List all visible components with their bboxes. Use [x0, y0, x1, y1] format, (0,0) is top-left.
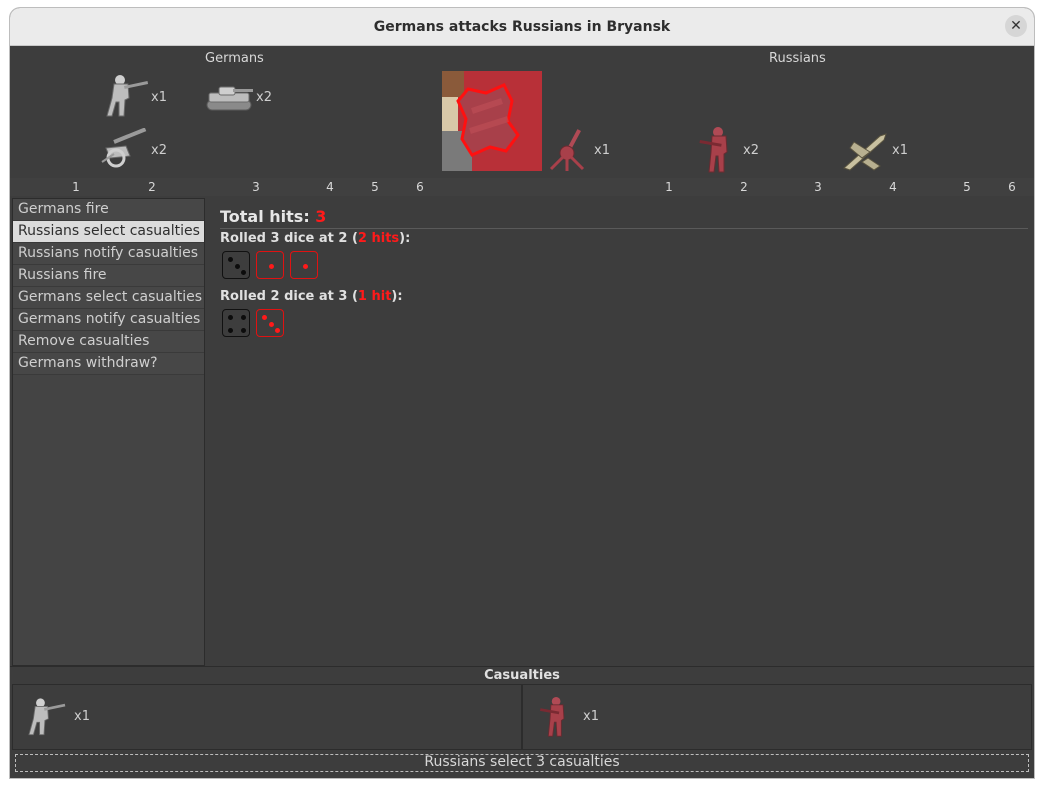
status-bar: Russians select 3 casualties: [15, 754, 1029, 772]
die-pip: [268, 263, 274, 269]
total-hits: Total hits: 3: [220, 207, 326, 226]
casualty-infantry-icon: [28, 698, 66, 736]
dice-results-panel: Total hits: 3 Rolled 3 dice at 2 (2 hits…: [206, 198, 1032, 664]
defender-position-5: 5: [963, 180, 971, 194]
die-4: [222, 309, 250, 337]
window-title: Germans attacks Russians in Bryansk: [373, 18, 671, 35]
defender-casualties-panel: x1: [522, 684, 1032, 750]
die-pip: [228, 257, 233, 262]
russian-fighter-count: x1: [892, 143, 908, 158]
die-pip: [241, 315, 246, 320]
russian-aa-gun-count: x1: [594, 143, 610, 158]
attacker-position-6: 6: [416, 180, 424, 194]
roll-2-hits: 1 hit: [357, 289, 392, 304]
attacker-position-4: 4: [326, 180, 334, 194]
die-3: [256, 309, 284, 337]
defender-position-1: 1: [665, 180, 673, 194]
die-1: [256, 251, 284, 279]
die-pip: [302, 263, 308, 269]
die-pip: [228, 315, 233, 320]
casualties-title: Casualties: [10, 666, 1034, 685]
roll-1-dice: [222, 251, 422, 281]
roll-2-suffix: ):: [391, 289, 403, 304]
die-pip: [241, 328, 246, 333]
step-russians-select-casualties[interactable]: Russians select casualties: [13, 221, 204, 243]
step-remove-casualties[interactable]: Remove casualties: [13, 331, 204, 353]
attacker-position-1: 1: [72, 180, 80, 194]
step-germans-select-casualties[interactable]: Germans select casualties: [13, 287, 204, 309]
attacker-casualty-count: x1: [74, 709, 90, 724]
attacker-casualties-panel: x1: [12, 684, 522, 750]
bryansk-territory-map: [442, 71, 542, 171]
defender-position-2: 2: [740, 180, 748, 194]
roll-2-dice: [222, 309, 422, 339]
defender-label: Russians: [769, 51, 826, 66]
die-pip: [234, 263, 240, 269]
results-divider: [220, 228, 1028, 229]
defender-position-3: 3: [814, 180, 822, 194]
step-russians-fire[interactable]: Russians fire: [13, 265, 204, 287]
attacker-position-2: 2: [148, 180, 156, 194]
battle-steps-list[interactable]: Germans fire Russians select casualties …: [12, 198, 205, 666]
die-pip: [275, 328, 280, 333]
position-row: [10, 178, 1034, 196]
step-germans-fire[interactable]: Germans fire: [13, 199, 204, 221]
german-tank-count: x2: [256, 90, 272, 105]
step-russians-notify-casualties[interactable]: Russians notify casualties: [13, 243, 204, 265]
russian-infantry-icon: [699, 127, 728, 173]
total-hits-label: Total hits:: [220, 207, 316, 226]
german-artillery-icon: [101, 128, 147, 168]
russian-fighter-icon: [843, 133, 887, 171]
total-hits-value: 3: [315, 207, 327, 226]
die-1: [290, 251, 318, 279]
roll-1-hits: 2 hits: [357, 231, 400, 246]
attacker-position-3: 3: [252, 180, 260, 194]
attacker-label: Germans: [205, 51, 264, 66]
roll-1-suffix: ):: [399, 231, 411, 246]
close-icon: ✕: [1010, 18, 1022, 34]
casualty-infantry-icon: [540, 697, 565, 737]
die-pip: [228, 328, 233, 333]
battle-window: Germans attacks Russians in Bryansk ✕ Ge…: [10, 8, 1034, 778]
title-bar: Germans attacks Russians in Bryansk ✕: [10, 8, 1034, 46]
german-infantry-count: x1: [151, 90, 167, 105]
russian-infantry-count: x2: [743, 143, 759, 158]
roll-1-label: Rolled 3 dice at 2 (2 hits):: [220, 231, 410, 246]
die-pip: [262, 315, 267, 320]
german-artillery-count: x2: [151, 143, 167, 158]
defender-casualty-count: x1: [583, 709, 599, 724]
roll-1-prefix: Rolled 3 dice at 2 (: [220, 231, 358, 246]
russian-aa-gun-icon: [549, 129, 585, 171]
roll-2-label: Rolled 2 dice at 3 (1 hit):: [220, 289, 403, 304]
step-germans-withdraw[interactable]: Germans withdraw?: [13, 353, 204, 375]
attacker-position-5: 5: [371, 180, 379, 194]
step-germans-notify-casualties[interactable]: Germans notify casualties: [13, 309, 204, 331]
die-pip: [241, 270, 246, 275]
german-infantry-icon: [106, 75, 149, 117]
close-button[interactable]: ✕: [1005, 15, 1027, 37]
german-tank-icon: [206, 86, 253, 111]
defender-position-6: 6: [1008, 180, 1016, 194]
defender-position-4: 4: [889, 180, 897, 194]
die-pip: [268, 321, 274, 327]
die-3: [222, 251, 250, 279]
roll-2-prefix: Rolled 2 dice at 3 (: [220, 289, 358, 304]
